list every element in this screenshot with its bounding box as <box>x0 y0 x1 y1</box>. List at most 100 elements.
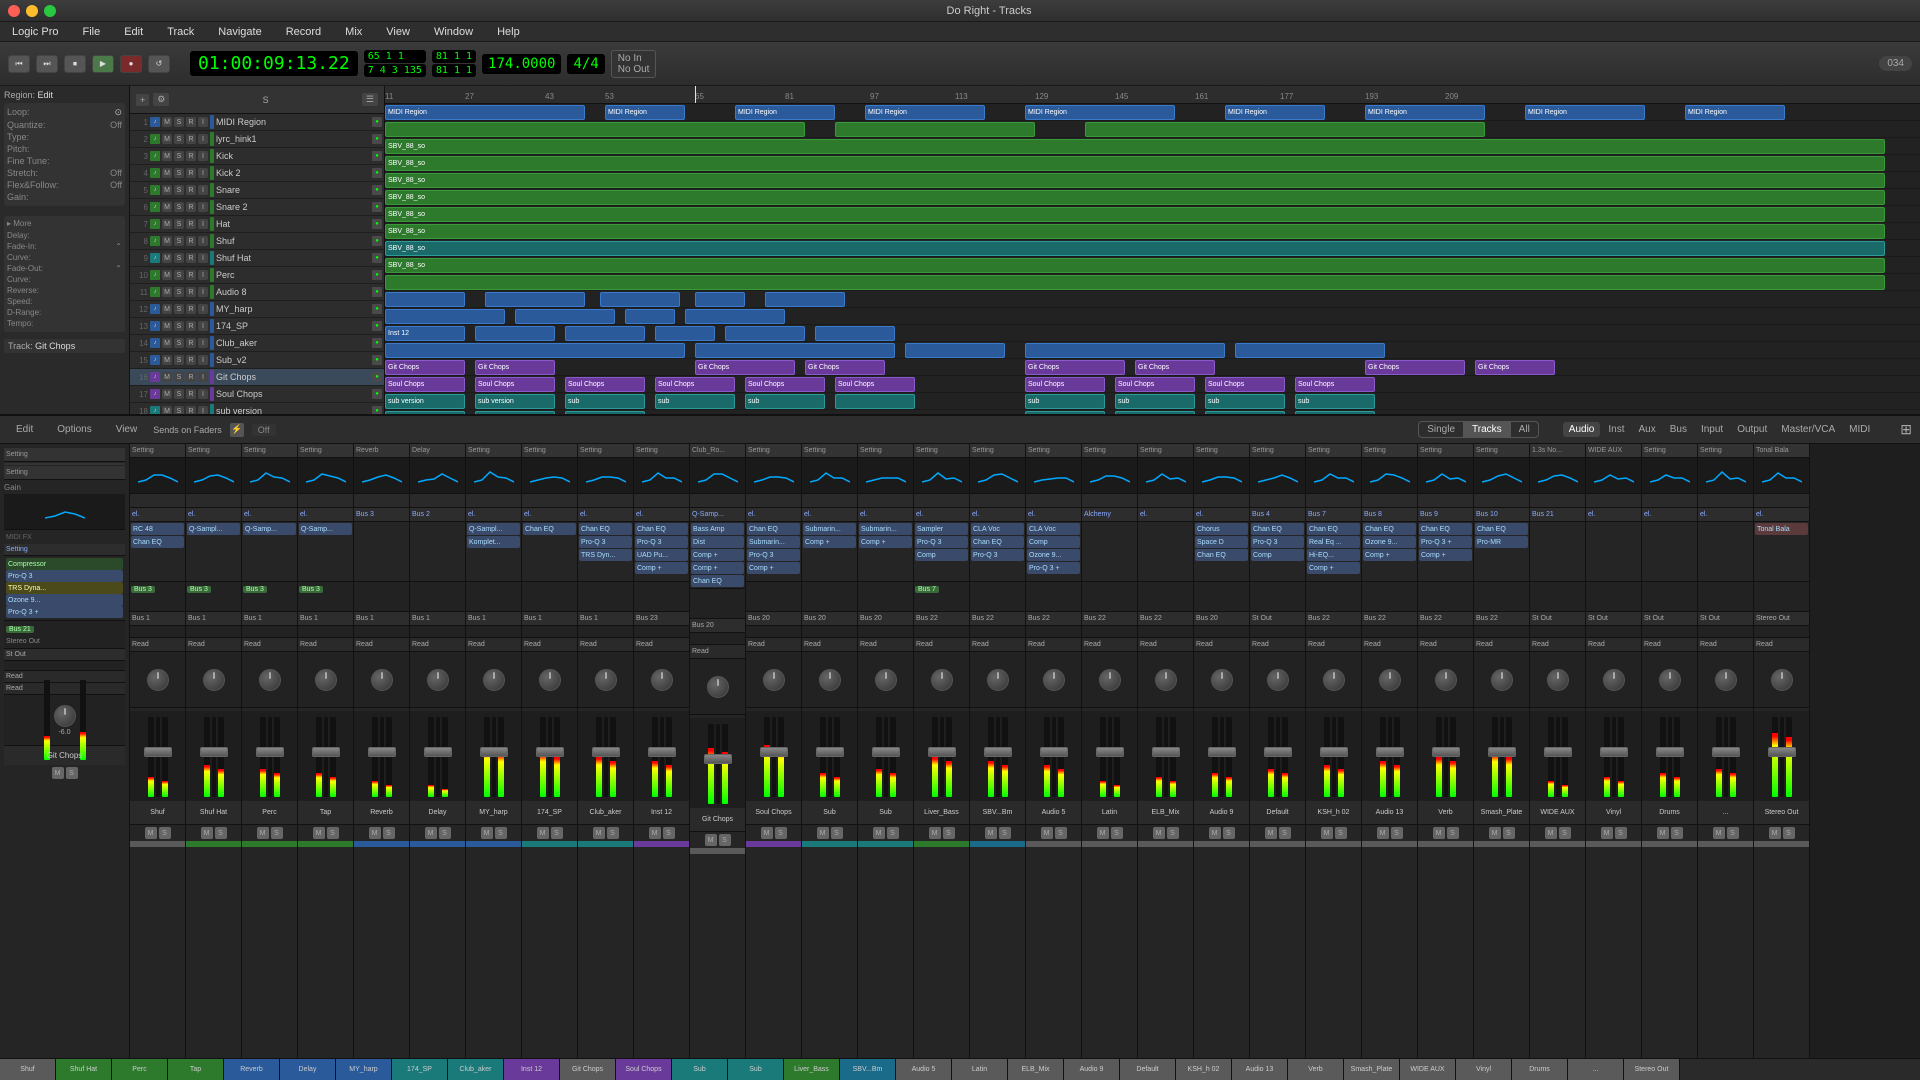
track-i-12[interactable]: I <box>198 321 208 331</box>
fx-slot-6-0[interactable]: Q-Sampl... <box>467 523 520 535</box>
fx-slot-13-0[interactable]: Submarin... <box>859 523 912 535</box>
fx-slot-8-0[interactable]: Chan EQ <box>579 523 632 535</box>
region-18-1[interactable]: Bline <box>475 411 555 414</box>
left-pan-knob[interactable] <box>54 705 76 727</box>
ch-eq-26[interactable] <box>1586 458 1641 494</box>
arrange-row-17[interactable]: sub versionsub versionsubsubsubsubsubsub… <box>385 393 1920 410</box>
region-1-2[interactable] <box>1085 122 1485 137</box>
ch-s-btn-9[interactable]: S <box>663 827 675 839</box>
ch-eq-20[interactable] <box>1250 458 1305 494</box>
tab-audio[interactable]: Audio <box>1563 422 1601 437</box>
track-row-4[interactable]: 5 ♪ M S R I Snare ● <box>130 182 384 199</box>
track-r-8[interactable]: R <box>186 253 196 263</box>
track-rec-16[interactable]: ● <box>372 389 382 399</box>
track-i-2[interactable]: I <box>198 151 208 161</box>
ch-s-btn-27[interactable]: S <box>1671 827 1683 839</box>
ch-output-20[interactable]: St Out <box>1250 612 1305 626</box>
ch-fader-11[interactable] <box>772 717 776 797</box>
ch-eq-21[interactable] <box>1306 458 1361 494</box>
fx-slot-11-1[interactable]: Submarin... <box>747 536 800 548</box>
ch-pan-knob-12[interactable] <box>819 669 841 691</box>
ch-send-2[interactable]: Bus 3 <box>243 586 267 593</box>
ch-fader-2[interactable] <box>268 717 272 797</box>
ch-pan-knob-19[interactable] <box>1211 669 1233 691</box>
ch-m-btn-16[interactable]: M <box>1041 827 1053 839</box>
region-18-5[interactable]: Bline <box>1205 411 1285 414</box>
tab-midi[interactable]: MIDI <box>1843 422 1876 437</box>
track-rec-0[interactable]: ● <box>372 117 382 127</box>
ch-auto-22[interactable]: Read <box>1362 638 1417 652</box>
arrange-canvas[interactable]: 11 27 43 53 65 81 97 113 129 145 161 177… <box>385 86 1920 414</box>
track-r-12[interactable]: R <box>186 321 196 331</box>
ch-setting-12[interactable]: Setting <box>802 444 857 458</box>
fx-slot-21-2[interactable]: Hi-EQ... <box>1307 549 1360 561</box>
ch-eq-22[interactable] <box>1362 458 1417 494</box>
region-14-4[interactable] <box>1235 343 1385 358</box>
mixer-channels-area[interactable]: Setting el. RC 48Chan EQ Bus 3 Bus 1 Rea… <box>130 444 1920 1058</box>
add-track-button[interactable]: + <box>136 94 149 106</box>
ch-setting-9[interactable]: Setting <box>634 444 689 458</box>
ch-auto-16[interactable]: Read <box>1026 638 1081 652</box>
ch-setting-16[interactable]: Setting <box>1026 444 1081 458</box>
ch-eq-18[interactable] <box>1138 458 1193 494</box>
fx-slot-8-1[interactable]: Pro-Q 3 <box>579 536 632 548</box>
tab-aux[interactable]: Aux <box>1633 422 1662 437</box>
fx-slot-16-1[interactable]: Comp <box>1027 536 1080 548</box>
ch-output-18[interactable]: Bus 22 <box>1138 612 1193 626</box>
ch-m-btn-1[interactable]: M <box>201 827 213 839</box>
ch-output-6[interactable]: Bus 1 <box>466 612 521 626</box>
arrange-row-13[interactable]: Inst 12 <box>385 325 1920 342</box>
ch-fader-handle-12[interactable] <box>816 747 844 757</box>
ch-m-btn-13[interactable]: M <box>873 827 885 839</box>
ch-pan-knob-6[interactable] <box>483 669 505 691</box>
fx-slot-0-1[interactable]: Chan EQ <box>131 536 184 548</box>
arrange-row-11[interactable] <box>385 291 1920 308</box>
fx-slot-12-1[interactable]: Comp + <box>803 536 856 548</box>
track-s-4[interactable]: S <box>174 185 184 195</box>
track-i-14[interactable]: I <box>198 355 208 365</box>
ch-setting-2[interactable]: Setting <box>242 444 297 458</box>
ch-output-1[interactable]: Bus 1 <box>186 612 241 626</box>
ch-input-23[interactable]: Bus 9 <box>1418 508 1473 522</box>
ch-input-10[interactable]: Q-Samp... <box>690 508 745 522</box>
ch-s-btn-11[interactable]: S <box>775 827 787 839</box>
track-r-3[interactable]: R <box>186 168 196 178</box>
record-button[interactable]: ● <box>120 55 142 73</box>
track-m-8[interactable]: M <box>162 253 172 263</box>
region-17-3[interactable]: sub <box>655 394 735 409</box>
ch-fader-handle-8[interactable] <box>592 747 620 757</box>
track-row-5[interactable]: 6 ♪ M S R I Snare 2 ● <box>130 199 384 216</box>
ch-pan-knob-28[interactable] <box>1715 669 1737 691</box>
region-16-9[interactable]: Soul Chops <box>1295 377 1375 392</box>
left-send-bus21[interactable]: Bus 21 <box>6 626 34 633</box>
ch-fader-handle-28[interactable] <box>1712 747 1740 757</box>
fx-slot-2-0[interactable]: Q-Samp... <box>243 523 296 535</box>
ch-m-btn-27[interactable]: M <box>1657 827 1669 839</box>
ch-input-0[interactable]: el. <box>130 508 185 522</box>
ch-pan-knob-10[interactable] <box>707 676 729 698</box>
region-15-2[interactable]: Git Chops <box>695 360 795 375</box>
ch-eq-25[interactable] <box>1530 458 1585 494</box>
region-14-1[interactable] <box>695 343 895 358</box>
track-s-13[interactable]: S <box>174 338 184 348</box>
track-options-button[interactable]: ⚙ <box>153 93 169 106</box>
track-rec-2[interactable]: ● <box>372 151 382 161</box>
track-r-11[interactable]: R <box>186 304 196 314</box>
ch-fader-10[interactable] <box>716 724 720 804</box>
ch-eq-1[interactable] <box>186 458 241 494</box>
region-17-9[interactable]: sub <box>1295 394 1375 409</box>
ch-output-7[interactable]: Bus 1 <box>522 612 577 626</box>
menu-track[interactable]: Track <box>163 24 198 40</box>
ch-output-4[interactable]: Bus 1 <box>354 612 409 626</box>
tempo-display[interactable]: 174.0000 <box>482 54 561 74</box>
ch-fader-handle-0[interactable] <box>144 747 172 757</box>
region-17-4[interactable]: sub <box>745 394 825 409</box>
track-m-4[interactable]: M <box>162 185 172 195</box>
ch-auto-14[interactable]: Read <box>914 638 969 652</box>
ch-output-26[interactable]: St Out <box>1586 612 1641 626</box>
region-9-0[interactable]: SBV_88_so <box>385 258 1885 273</box>
fx-slot-10-0[interactable]: Bass Amp <box>691 523 744 535</box>
ch-fader-handle-14[interactable] <box>928 747 956 757</box>
menu-mix[interactable]: Mix <box>341 24 366 40</box>
fx-slot-9-1[interactable]: Pro-Q 3 <box>635 536 688 548</box>
